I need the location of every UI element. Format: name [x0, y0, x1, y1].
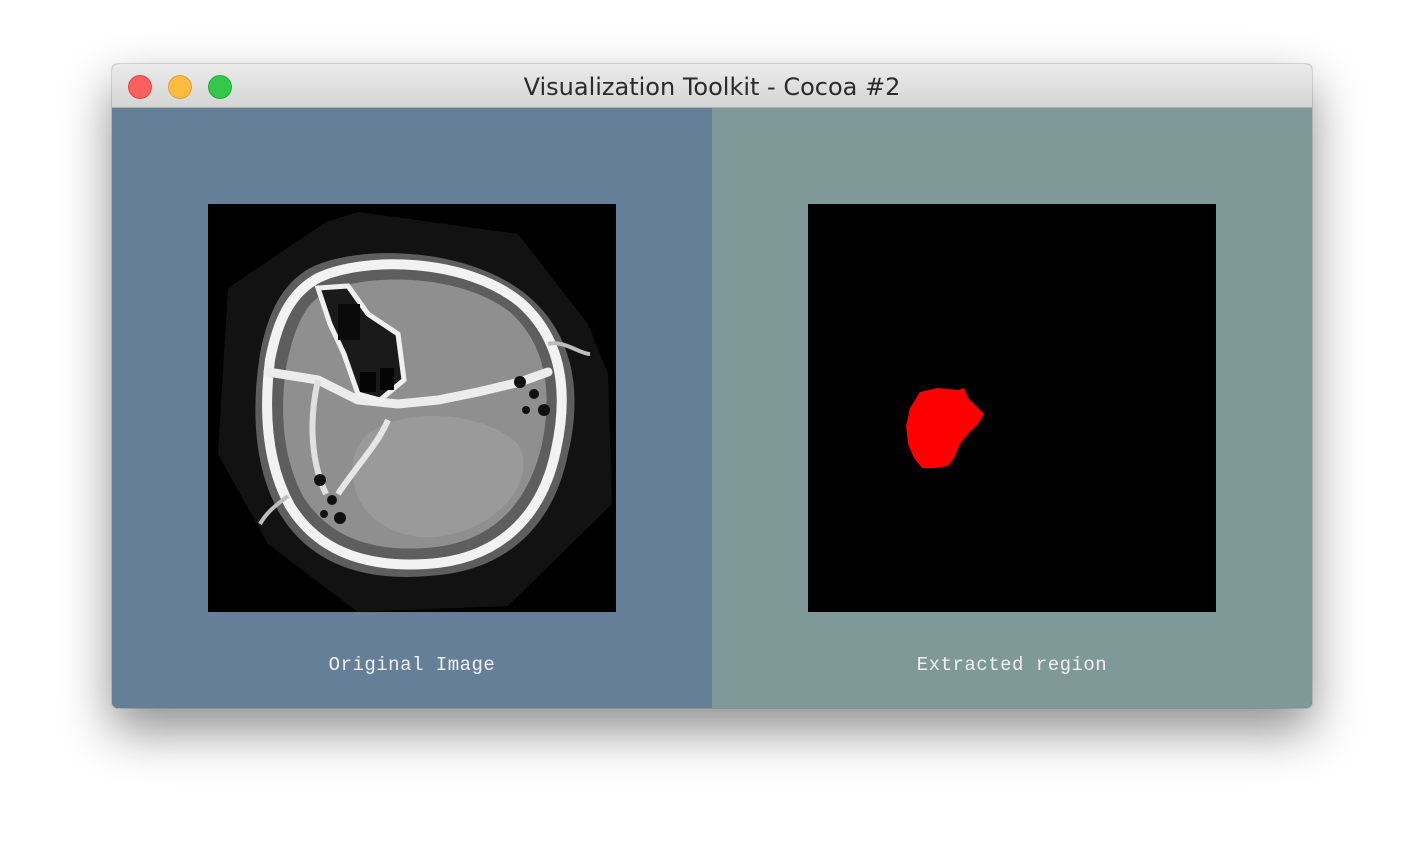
- extracted-region-caption: Extracted region: [916, 654, 1108, 676]
- render-area: Original Image Extracted region: [112, 108, 1312, 708]
- ct-slice-graphic: [208, 204, 616, 612]
- region-mask-graphic: [808, 204, 1216, 612]
- original-image-caption: Original Image: [328, 654, 496, 676]
- desktop: Visualization Toolkit - Cocoa #2 Origina…: [0, 0, 1424, 868]
- title-bar[interactable]: Visualization Toolkit - Cocoa #2: [112, 64, 1312, 108]
- original-image[interactable]: [208, 204, 616, 612]
- original-image-viewport[interactable]: Original Image: [112, 108, 712, 708]
- extracted-region-viewport[interactable]: Extracted region: [712, 108, 1312, 708]
- window-title: Visualization Toolkit - Cocoa #2: [523, 73, 901, 101]
- app-window: Visualization Toolkit - Cocoa #2 Origina…: [112, 64, 1312, 708]
- extracted-region-image[interactable]: [808, 204, 1216, 612]
